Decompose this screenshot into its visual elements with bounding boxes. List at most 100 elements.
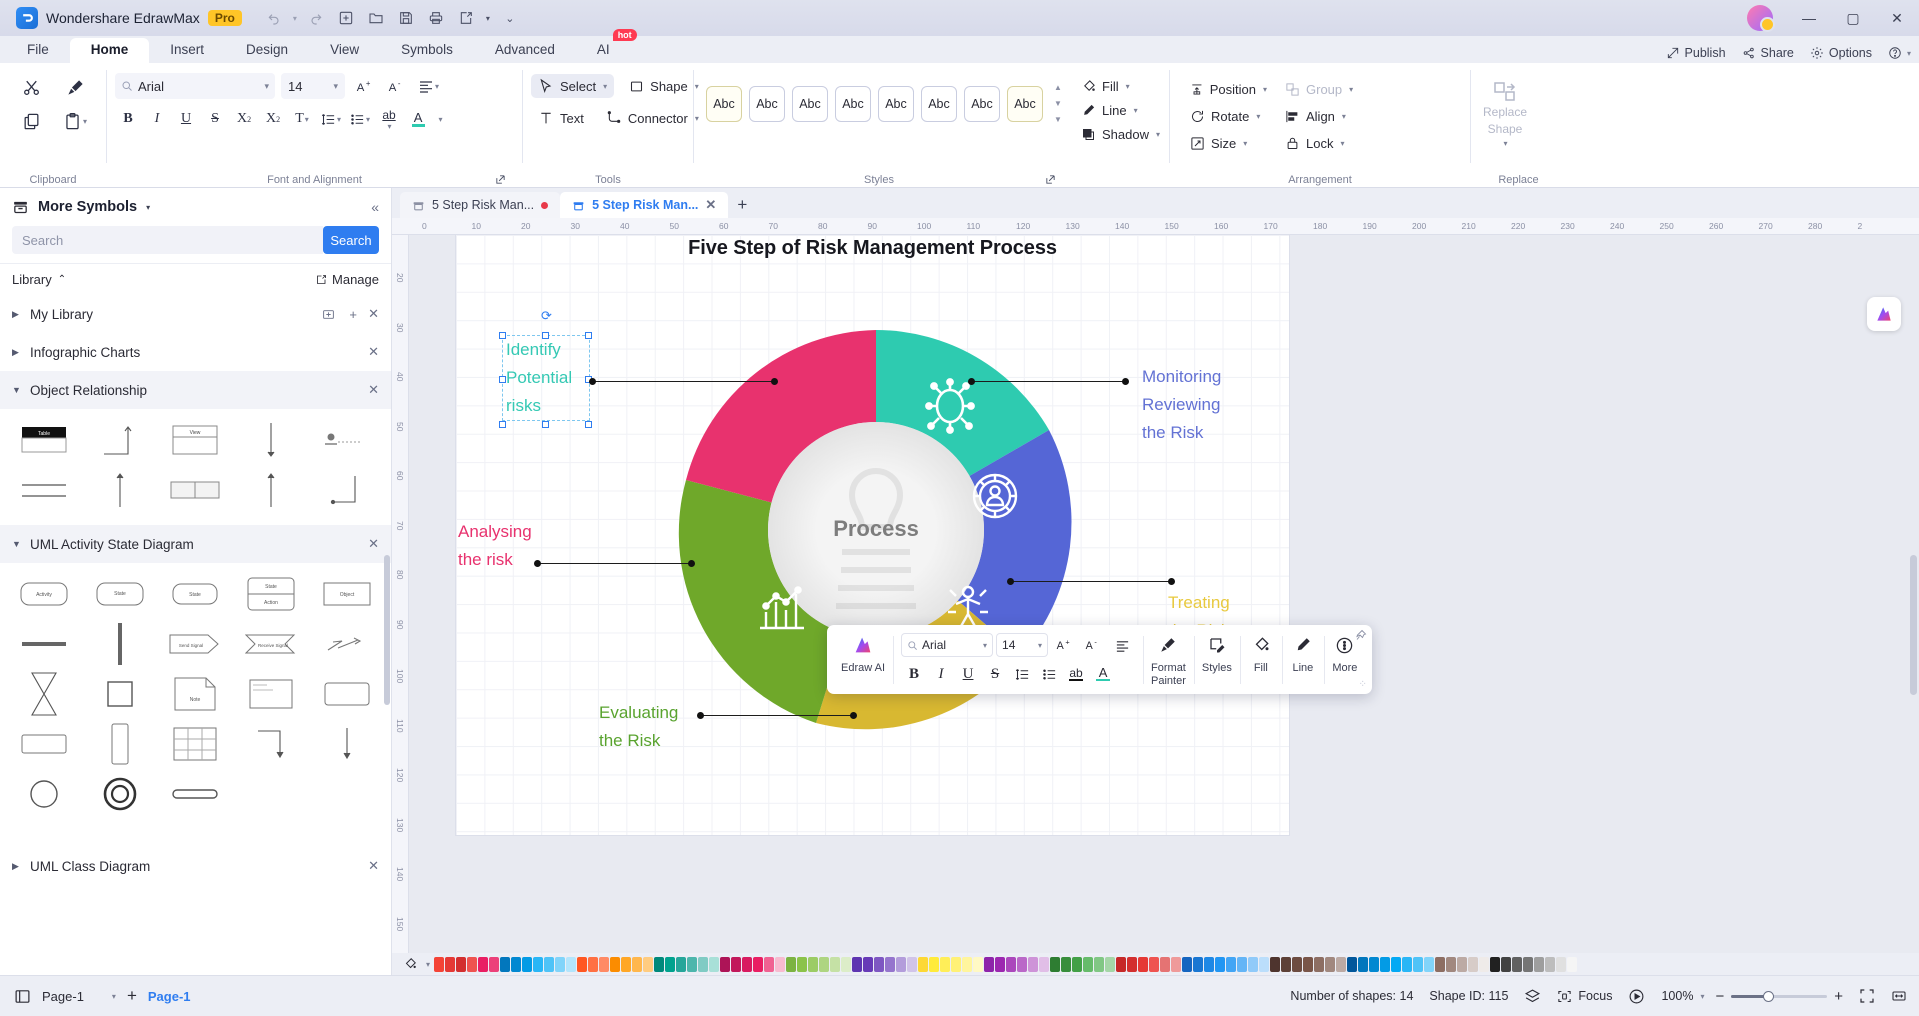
color-swatch[interactable] — [588, 956, 598, 972]
font-dialog-launcher-icon[interactable] — [495, 174, 506, 185]
color-swatch[interactable] — [1534, 956, 1544, 972]
color-swatch[interactable] — [1226, 956, 1236, 972]
color-swatch[interactable] — [1127, 956, 1137, 972]
library-scroll-area[interactable]: ▶ My Library + ✕ ▶ Infographic Charts ✕ … — [0, 295, 391, 975]
page-panel-icon[interactable] — [14, 988, 31, 1005]
shape-table[interactable]: Table — [6, 415, 82, 465]
decrease-font-size-icon[interactable]: A- — [383, 73, 409, 99]
color-swatch[interactable] — [555, 956, 565, 972]
increase-font-size-icon[interactable]: A + — [351, 73, 377, 99]
color-swatch[interactable] — [1050, 956, 1060, 972]
float-decrease-font-icon[interactable]: A- — [1080, 632, 1106, 658]
undo-dropdown-icon[interactable]: ▾ — [290, 5, 300, 31]
sidebar-category-uml-class[interactable]: ▶ UML Class Diagram ✕ — [0, 847, 391, 885]
menu-design[interactable]: Design — [225, 38, 309, 63]
collapse-sidebar-icon[interactable]: « — [371, 199, 379, 215]
shape-square[interactable] — [82, 669, 158, 719]
color-swatch[interactable] — [841, 956, 851, 972]
options-button[interactable]: Options — [1810, 46, 1872, 60]
color-swatch[interactable] — [610, 956, 620, 972]
color-swatch[interactable] — [929, 956, 939, 972]
color-swatch[interactable] — [1237, 956, 1247, 972]
sidebar-category-uml-activity[interactable]: ▼ UML Activity State Diagram ✕ — [0, 525, 391, 563]
fill-color-icon[interactable] — [398, 957, 422, 971]
connector-endpoint[interactable] — [850, 712, 857, 719]
shape-two-cell-table[interactable] — [158, 465, 234, 515]
add-page-button[interactable]: + — [127, 986, 137, 1006]
color-swatch[interactable] — [1556, 956, 1566, 972]
fill-button[interactable]: Fill ▾ — [1076, 77, 1165, 96]
line-spacing-icon[interactable]: ▾ — [318, 106, 344, 132]
color-swatch[interactable] — [1083, 956, 1093, 972]
resize-handle-br[interactable] — [585, 421, 592, 428]
color-swatch[interactable] — [1292, 956, 1302, 972]
color-swatch[interactable] — [852, 956, 862, 972]
palette-dropdown-icon[interactable]: ▾ — [422, 960, 434, 969]
paste-dropdown-icon[interactable]: ▾ — [83, 117, 87, 126]
color-swatch[interactable] — [1413, 956, 1423, 972]
import-library-icon[interactable] — [322, 308, 335, 321]
float-strikethrough-icon[interactable]: S — [982, 661, 1008, 687]
print-icon[interactable] — [422, 5, 450, 31]
chevron-down-icon[interactable]: ▾ — [333, 81, 338, 92]
share-button[interactable]: Share — [1742, 46, 1794, 60]
presentation-icon[interactable] — [1628, 988, 1645, 1005]
new-tab-button[interactable]: + — [728, 192, 756, 218]
connector-endpoint[interactable] — [589, 378, 596, 385]
connector-endpoint[interactable] — [968, 378, 975, 385]
group-button[interactable]: Group ▾ — [1277, 77, 1370, 102]
text-align-icon[interactable]: ▾ — [415, 73, 442, 99]
color-swatch[interactable] — [962, 956, 972, 972]
canvas-label-monitoring[interactable]: Monitoring Reviewing the Risk — [1142, 363, 1221, 447]
color-swatch[interactable] — [973, 956, 983, 972]
connector-endpoint[interactable] — [697, 712, 704, 719]
position-button[interactable]: Position ▾ — [1182, 77, 1275, 102]
color-swatch[interactable] — [1567, 956, 1577, 972]
color-swatch[interactable] — [995, 956, 1005, 972]
line-icon[interactable] — [1290, 632, 1316, 658]
line-section[interactable]: Line — [1281, 632, 1324, 688]
fill-section[interactable]: Fill — [1239, 632, 1282, 688]
color-swatch[interactable] — [643, 956, 653, 972]
styles-icon[interactable] — [1204, 632, 1230, 658]
color-swatch[interactable] — [1171, 956, 1181, 972]
style-swatch[interactable]: Abc — [1007, 85, 1043, 122]
color-swatch[interactable] — [665, 956, 675, 972]
close-category-icon[interactable]: ✕ — [368, 858, 379, 874]
color-swatch[interactable] — [1149, 956, 1159, 972]
zoom-out-button[interactable]: − — [1715, 988, 1724, 1005]
sidebar-category-infographic-charts[interactable]: ▶ Infographic Charts ✕ — [0, 333, 391, 371]
color-swatch[interactable] — [1347, 956, 1357, 972]
help-button[interactable]: ▾ — [1888, 46, 1911, 60]
replace-shape-button[interactable]: Replace Shape ▾ — [1479, 69, 1531, 149]
canvas-label-evaluating[interactable]: Evaluating the Risk — [599, 699, 678, 755]
shape-activity[interactable]: Activity — [6, 569, 82, 619]
color-swatch[interactable] — [687, 956, 697, 972]
shape-arrow-up-2[interactable] — [233, 465, 309, 515]
shape-rounded-bar[interactable] — [158, 769, 234, 819]
float-line-spacing-icon[interactable] — [1009, 661, 1035, 687]
save-icon[interactable] — [392, 5, 420, 31]
float-font-color-icon[interactable]: A — [1090, 661, 1116, 687]
style-swatch[interactable]: Abc — [792, 85, 828, 122]
highlight-icon[interactable]: ab ▾ — [376, 106, 402, 132]
color-swatch[interactable] — [819, 956, 829, 972]
style-swatch[interactable]: Abc — [964, 85, 1000, 122]
redo-icon[interactable] — [302, 5, 330, 31]
color-swatch[interactable] — [1468, 956, 1478, 972]
cut-icon[interactable] — [16, 73, 46, 101]
resize-handle-tr[interactable] — [585, 332, 592, 339]
shape-object[interactable]: Object — [309, 569, 385, 619]
close-category-icon[interactable]: ✕ — [368, 306, 379, 322]
color-swatch[interactable] — [709, 956, 719, 972]
bold-icon[interactable]: B — [115, 106, 141, 132]
styles-section[interactable]: Styles — [1193, 632, 1240, 688]
chevron-up-icon[interactable]: ⌃ — [58, 274, 66, 285]
shape-receive-signal[interactable]: Receive Signal — [233, 619, 309, 669]
chevron-down-icon[interactable]: ▾ — [337, 115, 341, 124]
search-button[interactable]: Search — [323, 226, 379, 254]
color-swatch[interactable] — [940, 956, 950, 972]
document-tab-2[interactable]: 5 Step Risk Man... ✕ — [560, 192, 729, 218]
color-swatch[interactable] — [1270, 956, 1280, 972]
shape-note[interactable]: Note — [158, 669, 234, 719]
